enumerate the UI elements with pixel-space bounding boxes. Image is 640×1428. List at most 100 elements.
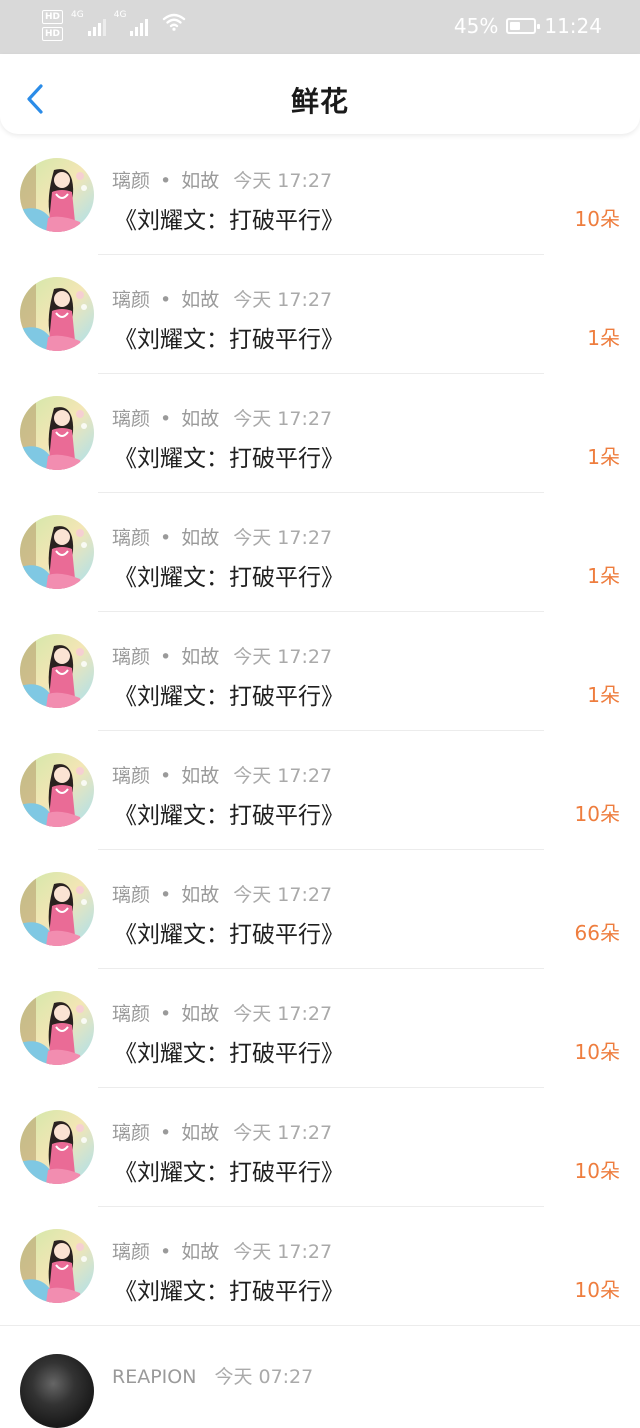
list-item[interactable]: 璃颜 • 如故 今天 17:27 《刘耀文：打破平行》 1朵 xyxy=(0,255,640,374)
user-nickname[interactable]: 如故 xyxy=(181,765,219,787)
avatar[interactable] xyxy=(20,277,94,351)
avatar-image xyxy=(20,991,94,1065)
list-item[interactable]: 璃颜 • 如故 今天 17:27 《刘耀文：打破平行》 1朵 xyxy=(0,374,640,493)
timestamp: 今天 17:27 xyxy=(233,765,333,787)
book-title[interactable]: 《刘耀文：打破平行》 xyxy=(114,439,344,473)
status-right: 45% 11:24 xyxy=(454,14,602,38)
flower-count: 10朵 xyxy=(574,802,620,826)
book-title[interactable]: 《刘耀文：打破平行》 xyxy=(114,796,344,830)
flower-count: 10朵 xyxy=(574,1040,620,1064)
timestamp: 今天 17:27 xyxy=(233,884,333,906)
book-title[interactable]: 《刘耀文：打破平行》 xyxy=(114,915,344,949)
avatar-image xyxy=(20,158,94,232)
list-item[interactable]: 璃颜 • 如故 今天 17:27 《刘耀文：打破平行》 10朵 xyxy=(0,969,640,1088)
item-meta: 璃颜 • 如故 今天 17:27 xyxy=(112,404,332,431)
page-title: 鲜花 xyxy=(290,85,349,118)
avatar-image xyxy=(20,515,94,589)
timestamp: 今天 17:27 xyxy=(233,289,333,311)
item-meta: 璃颜 • 如故 今天 17:27 xyxy=(112,285,332,312)
book-title[interactable]: 《刘耀文：打破平行》 xyxy=(114,1272,344,1306)
item-meta: REAPION 今天 07:27 xyxy=(112,1362,313,1389)
book-title[interactable]: 《刘耀文：打破平行》 xyxy=(114,558,344,592)
avatar[interactable] xyxy=(20,991,94,1065)
avatar[interactable] xyxy=(20,634,94,708)
user-name[interactable]: 璃颜 xyxy=(112,527,150,549)
timestamp: 今天 17:27 xyxy=(233,527,333,549)
separator-dot: • xyxy=(160,408,172,430)
user-nickname[interactable]: 如故 xyxy=(181,408,219,430)
avatar[interactable] xyxy=(20,1110,94,1184)
timestamp: 今天 17:27 xyxy=(233,170,333,192)
timestamp: 今天 17:27 xyxy=(233,408,333,430)
item-meta: 璃颜 • 如故 今天 17:27 xyxy=(112,642,332,669)
avatar[interactable] xyxy=(20,1229,94,1303)
timestamp: 今天 17:27 xyxy=(233,1241,333,1263)
avatar[interactable] xyxy=(20,1354,94,1428)
nav-header: 鲜花 xyxy=(0,54,640,134)
separator-dot: • xyxy=(160,527,172,549)
user-nickname[interactable]: 如故 xyxy=(181,646,219,668)
avatar-image xyxy=(20,872,94,946)
user-nickname[interactable]: 如故 xyxy=(181,1122,219,1144)
separator-dot: • xyxy=(160,646,172,668)
separator-dot: • xyxy=(160,765,172,787)
user-name[interactable]: 璃颜 xyxy=(112,884,150,906)
avatar-image xyxy=(20,396,94,470)
user-name[interactable]: 璃颜 xyxy=(112,646,150,668)
separator-dot: • xyxy=(160,170,172,192)
user-nickname[interactable]: 如故 xyxy=(181,289,219,311)
user-name[interactable]: 璃颜 xyxy=(112,408,150,430)
list-item[interactable]: 璃颜 • 如故 今天 17:27 《刘耀文：打破平行》 10朵 xyxy=(0,136,640,255)
status-bar: HD HD 4G 4G 45% 11:24 xyxy=(0,0,640,54)
avatar[interactable] xyxy=(20,753,94,827)
avatar[interactable] xyxy=(20,515,94,589)
flower-count: 66朵 xyxy=(574,921,620,945)
book-title[interactable]: 《刘耀文：打破平行》 xyxy=(114,201,344,235)
battery-icon xyxy=(506,18,541,34)
flower-count: 10朵 xyxy=(574,1278,620,1302)
battery-level xyxy=(510,22,521,30)
book-title[interactable]: 《刘耀文：打破平行》 xyxy=(114,677,344,711)
separator-dot: • xyxy=(160,1241,172,1263)
flower-count: 10朵 xyxy=(574,207,620,231)
separator-dot: • xyxy=(160,1003,172,1025)
user-name[interactable]: 璃颜 xyxy=(112,170,150,192)
status-left: HD HD 4G 4G xyxy=(42,10,186,41)
user-name[interactable]: 璃颜 xyxy=(112,1241,150,1263)
clock: 11:24 xyxy=(544,14,602,38)
avatar[interactable] xyxy=(20,396,94,470)
user-name[interactable]: 璃颜 xyxy=(112,1003,150,1025)
list-item[interactable]: 璃颜 • 如故 今天 17:27 《刘耀文：打破平行》 10朵 xyxy=(0,1207,640,1326)
user-nickname[interactable]: 如故 xyxy=(181,1241,219,1263)
list-item[interactable]: REAPION 今天 07:27 xyxy=(0,1340,640,1428)
item-meta: 璃颜 • 如故 今天 17:27 xyxy=(112,166,332,193)
flower-count: 1朵 xyxy=(587,564,620,588)
user-name[interactable]: REAPION xyxy=(112,1366,196,1388)
item-meta: 璃颜 • 如故 今天 17:27 xyxy=(112,1118,332,1145)
avatar-image xyxy=(20,753,94,827)
hd-badges: HD HD xyxy=(42,10,64,41)
avatar[interactable] xyxy=(20,158,94,232)
list-item[interactable]: 璃颜 • 如故 今天 17:27 《刘耀文：打破平行》 10朵 xyxy=(0,731,640,850)
user-nickname[interactable]: 如故 xyxy=(181,170,219,192)
flower-count: 1朵 xyxy=(587,683,620,707)
signal-icon: 4G xyxy=(114,10,149,36)
user-nickname[interactable]: 如故 xyxy=(181,1003,219,1025)
user-name[interactable]: 璃颜 xyxy=(112,289,150,311)
separator-dot: • xyxy=(160,289,172,311)
user-name[interactable]: 璃颜 xyxy=(112,1122,150,1144)
timestamp: 今天 07:27 xyxy=(214,1366,314,1388)
book-title[interactable]: 《刘耀文：打破平行》 xyxy=(114,320,344,354)
list-item[interactable]: 璃颜 • 如故 今天 17:27 《刘耀文：打破平行》 66朵 xyxy=(0,850,640,969)
book-title[interactable]: 《刘耀文：打破平行》 xyxy=(114,1034,344,1068)
avatar[interactable] xyxy=(20,872,94,946)
book-title[interactable]: 《刘耀文：打破平行》 xyxy=(114,1153,344,1187)
user-nickname[interactable]: 如故 xyxy=(181,884,219,906)
list-item[interactable]: 璃颜 • 如故 今天 17:27 《刘耀文：打破平行》 1朵 xyxy=(0,612,640,731)
user-nickname[interactable]: 如故 xyxy=(181,527,219,549)
avatar-image xyxy=(20,634,94,708)
item-meta: 璃颜 • 如故 今天 17:27 xyxy=(112,999,332,1026)
list-item[interactable]: 璃颜 • 如故 今天 17:27 《刘耀文：打破平行》 1朵 xyxy=(0,493,640,612)
list-item[interactable]: 璃颜 • 如故 今天 17:27 《刘耀文：打破平行》 10朵 xyxy=(0,1088,640,1207)
user-name[interactable]: 璃颜 xyxy=(112,765,150,787)
